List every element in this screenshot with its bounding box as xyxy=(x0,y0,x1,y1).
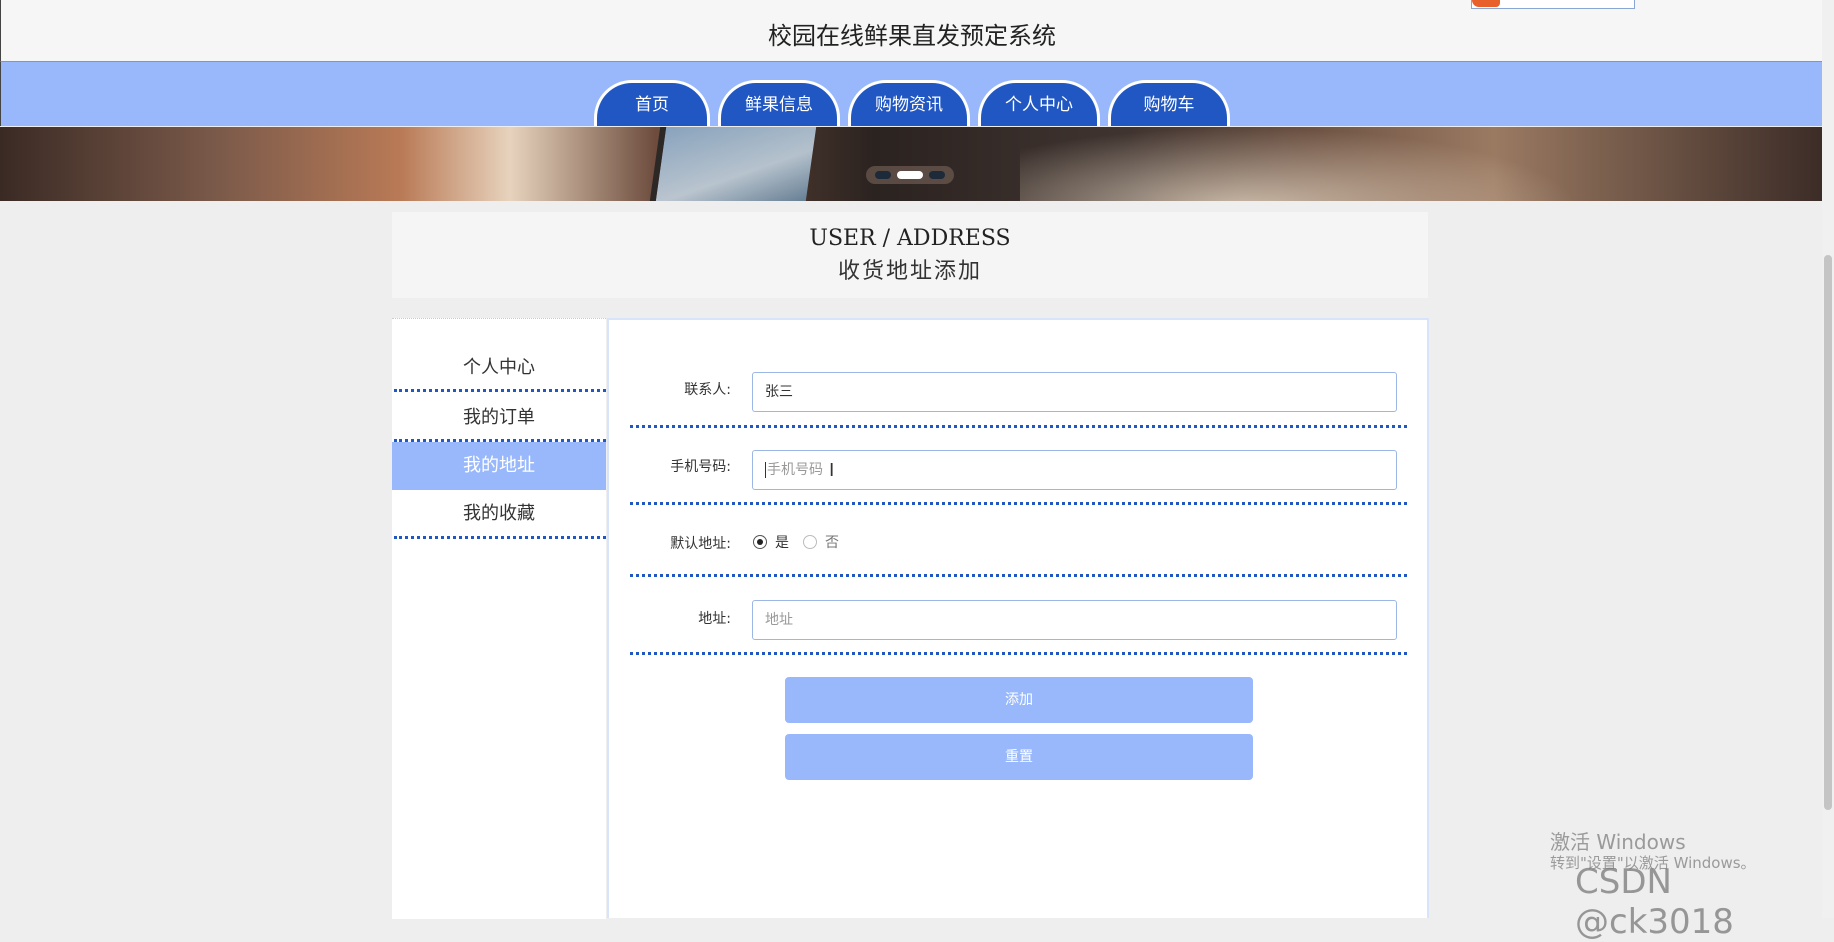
sidebar-divider xyxy=(394,389,606,392)
nav-item-shopping-news[interactable]: 购物资讯 xyxy=(848,80,970,126)
form-divider xyxy=(630,574,1407,577)
page-heading: USER / ADDRESS 收货地址添加 xyxy=(392,212,1428,298)
default-address-label: 默认地址: xyxy=(670,536,731,552)
reset-button[interactable]: 重置 xyxy=(785,734,1253,780)
site-title: 校园在线鲜果直发预定系统 xyxy=(768,22,1056,50)
page-scrollbar[interactable] xyxy=(1822,0,1834,918)
carousel-dot-1[interactable] xyxy=(875,171,891,179)
default-address-radio-group: 是 否 xyxy=(753,532,853,552)
nav-item-user-center[interactable]: 个人中心 xyxy=(978,80,1100,126)
phone-placeholder: 手机号码 xyxy=(767,462,823,478)
carousel-indicators xyxy=(866,166,954,184)
form-divider xyxy=(630,652,1407,655)
nav-item-fruit-info[interactable]: 鲜果信息 xyxy=(718,80,840,126)
sidebar-item-user-center[interactable]: 个人中心 xyxy=(392,353,606,383)
radio-yes-label[interactable]: 是 xyxy=(775,532,789,552)
form-divider xyxy=(630,425,1407,428)
top-header: 校园在线鲜果直发预定系统 xyxy=(0,0,1823,62)
sidebar-divider xyxy=(394,536,606,539)
ibeam-cursor-icon: I xyxy=(829,460,835,481)
form-divider xyxy=(630,502,1407,505)
sidebar-item-address[interactable]: 我的地址 xyxy=(392,442,606,490)
contact-label: 联系人: xyxy=(684,382,731,398)
banner-carousel xyxy=(0,127,1822,201)
nav-tabs: 首页 鲜果信息 购物资讯 个人中心 购物车 xyxy=(594,80,1230,126)
carousel-dot-2[interactable] xyxy=(897,171,923,179)
phone-input[interactable]: 手机号码 xyxy=(752,450,1397,490)
address-input[interactable]: 地址 xyxy=(752,600,1397,640)
page-title: 收货地址添加 xyxy=(837,259,982,284)
radio-yes[interactable] xyxy=(753,535,767,549)
sidebar-item-orders[interactable]: 我的订单 xyxy=(392,403,606,433)
scrollbar-thumb[interactable] xyxy=(1824,255,1832,810)
contact-input[interactable]: 张三 xyxy=(752,372,1397,412)
page-heading-en: USER / ADDRESS xyxy=(809,226,1011,251)
corner-logo xyxy=(1471,0,1635,9)
add-button[interactable]: 添加 xyxy=(785,677,1253,723)
sidebar-item-favorites[interactable]: 我的收藏 xyxy=(392,499,606,529)
nav-bar: 首页 鲜果信息 购物资讯 个人中心 购物车 xyxy=(0,62,1823,126)
banner-phone-image xyxy=(649,127,817,201)
radio-no[interactable] xyxy=(803,535,817,549)
logo-swoosh-icon xyxy=(1472,0,1500,7)
csdn-watermark: CSDN @ck3018 xyxy=(1575,862,1734,942)
sidebar: 个人中心 我的订单 我的地址 我的收藏 xyxy=(392,318,606,919)
nav-item-cart[interactable]: 购物车 xyxy=(1108,80,1230,126)
nav-item-home[interactable]: 首页 xyxy=(594,80,710,126)
address-label: 地址: xyxy=(698,611,731,627)
text-caret xyxy=(765,462,766,478)
carousel-dot-3[interactable] xyxy=(929,171,945,179)
radio-no-label[interactable]: 否 xyxy=(825,532,839,552)
banner-light xyxy=(1020,127,1580,201)
phone-label: 手机号码: xyxy=(670,459,731,475)
windows-activation-watermark: 激活 Windows xyxy=(1550,830,1686,854)
